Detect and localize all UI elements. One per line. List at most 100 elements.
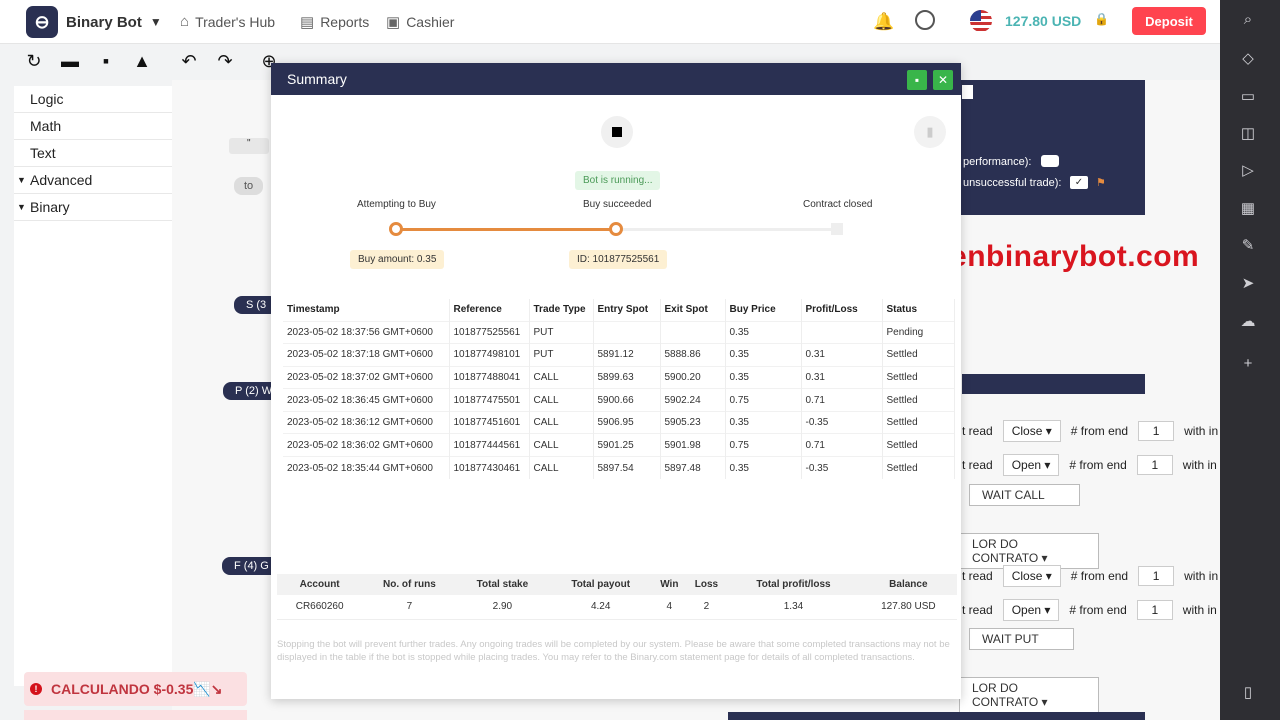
account-balance[interactable]: 127.80 USD (1005, 13, 1081, 29)
save-icon[interactable]: ▪ (95, 51, 117, 72)
read-label: t read (962, 424, 993, 438)
cell-buy-price: 0.35 (725, 410, 802, 434)
with-label: with in (1182, 458, 1217, 472)
candle-read-row: t read Close ▾ # from end 1 with in (962, 565, 1218, 587)
from-end-label: # from end (1069, 603, 1127, 617)
cell-status: Pending (882, 320, 955, 344)
nav-cashier[interactable]: ▣ Cashier (386, 13, 454, 31)
undo-icon[interactable]: ↶ (178, 51, 200, 72)
nav-reports[interactable]: ▤ Reports (300, 13, 369, 31)
block-header-bar (962, 374, 1145, 394)
cell-buy-price: 0.75 (725, 433, 802, 457)
text-block[interactable]: " (229, 138, 269, 154)
candle-field-dropdown[interactable]: Close ▾ (1002, 420, 1061, 442)
cell-timestamp: 2023-05-02 18:36:45 GMT+0600 (283, 388, 450, 412)
download-icon[interactable]: ▪ (907, 70, 927, 90)
contract-id-badge: ID: 101877525561 (569, 250, 668, 269)
index-input[interactable]: 1 (1138, 566, 1175, 586)
clear-stats-icon[interactable]: ▮ (914, 116, 946, 148)
search-icon[interactable]: ⌕ (1238, 10, 1258, 30)
wait-call-block[interactable]: WAIT CALL (969, 484, 1080, 506)
table-row: 2023-05-02 18:37:56 GMT+0600 101877525561… (283, 320, 955, 344)
wait-put-block[interactable]: WAIT PUT (969, 628, 1074, 650)
summary-header: Summary ▪ ✕ (271, 63, 961, 95)
send-icon[interactable]: ➤ (1238, 274, 1258, 294)
cell-reference: 101877430461 (449, 456, 530, 480)
contract-value-dropdown[interactable]: LOR DO CONTRATO ▾ (959, 533, 1099, 569)
to-block[interactable]: to (234, 177, 264, 195)
col-reference: Reference (449, 299, 530, 321)
cell-reference: 101877475501 (449, 388, 530, 412)
summary-values-row: CR660260 7 2.90 4.24 4 2 1.34 127.80 USD (277, 595, 957, 620)
reset-icon[interactable]: ↻ (23, 51, 45, 72)
index-input[interactable]: 1 (1136, 600, 1173, 620)
plus-icon[interactable]: + (1238, 354, 1258, 374)
folder-open-icon[interactable]: ▬ (59, 51, 81, 72)
index-input[interactable]: 1 (1138, 421, 1175, 441)
summary-col-total-profit-loss: Total profit/loss (727, 574, 860, 595)
stop-bot-button[interactable] (601, 116, 633, 148)
redo-icon[interactable]: ↷ (214, 51, 236, 72)
cell-trade-type: CALL (529, 365, 594, 389)
statement-icon[interactable]: ▦ (1238, 199, 1258, 219)
app-name: Binary Bot (66, 13, 142, 31)
candle-field-dropdown[interactable]: Open ▾ (1002, 599, 1060, 621)
close-icon[interactable]: ✕ (933, 70, 953, 90)
bot-status-badge: Bot is running... (575, 171, 661, 190)
play-icon[interactable]: ▷ (1238, 161, 1258, 181)
tag-icon[interactable]: ◇ (1238, 49, 1258, 69)
quote-label: " (247, 138, 251, 149)
us-flag-icon[interactable] (970, 10, 992, 32)
category-math[interactable]: Math (14, 113, 172, 140)
cell-exit-spot (660, 320, 726, 344)
category-binary[interactable]: ▼ Binary (14, 194, 172, 221)
candle-field-dropdown[interactable]: Close ▾ (1002, 565, 1061, 587)
cell-entry-spot (593, 320, 661, 344)
summary-total-profit-loss: 1.34 (727, 595, 860, 620)
toast-message: CALCULANDO $-0.35📉↘ (51, 680, 223, 697)
from-end-label: # from end (1070, 569, 1129, 583)
google-drive-icon[interactable]: ▲ (131, 51, 153, 72)
cell-exit-spot: 5901.98 (660, 433, 726, 457)
summary-col-balance: Balance (859, 574, 957, 595)
category-text[interactable]: Text (14, 140, 172, 167)
block-categories: Logic Math Text ▼ Advanced ▼ Binary (14, 86, 172, 686)
notification-toast-secondary[interactable] (24, 710, 247, 720)
unsuccessful-trade-checkbox[interactable]: ✓ (1070, 176, 1088, 189)
col-exit-spot: Exit Spot (660, 299, 726, 321)
contract-value-dropdown[interactable]: LOR DO CONTRATO ▾ (959, 677, 1099, 713)
summary-total-stake: 2.90 (456, 595, 549, 620)
briefcase-icon[interactable]: ▭ (1238, 87, 1258, 107)
edit-icon[interactable]: ✎ (1238, 236, 1258, 256)
with-label: with in (1184, 424, 1219, 438)
table-header-row: Timestamp Reference Trade Type Entry Spo… (283, 299, 955, 321)
cell-status: Settled (882, 433, 955, 457)
cell-profit-loss (801, 320, 883, 344)
table-row: 2023-05-02 18:37:02 GMT+0600 101877488041… (283, 365, 955, 389)
nav-traders-hub[interactable]: ⌂ Trader's Hub (180, 13, 275, 30)
progress-track-done (396, 228, 616, 231)
window-icon[interactable]: ▯ (1238, 683, 1258, 703)
performance-toggle[interactable] (1041, 155, 1059, 167)
cloud-icon[interactable]: ☁ (1238, 312, 1258, 332)
cell-buy-price: 0.35 (725, 456, 802, 480)
summary-account: CR660260 (277, 595, 363, 620)
deposit-button[interactable]: Deposit (1132, 7, 1206, 35)
block-input[interactable] (962, 85, 973, 99)
summary-col-account: Account (277, 574, 363, 595)
contract-value-label: LOR DO CONTRATO ▾ (972, 681, 1048, 709)
notification-toast[interactable]: ! CALCULANDO $-0.35📉↘ (24, 672, 247, 706)
notification-bell-icon[interactable]: 🔔 (873, 12, 894, 32)
category-logic[interactable]: Logic (14, 86, 172, 113)
account-profile-icon[interactable] (915, 10, 935, 30)
chart-icon[interactable]: ◫ (1238, 124, 1258, 144)
table-row: 2023-05-02 18:36:45 GMT+0600 101877475501… (283, 388, 955, 412)
cashier-icon: ▣ (386, 14, 401, 31)
candle-field-dropdown[interactable]: Open ▾ (1002, 454, 1060, 476)
category-binary-label: Binary (30, 199, 70, 215)
table-row: 2023-05-02 18:37:18 GMT+0600 101877498101… (283, 343, 955, 367)
index-input[interactable]: 1 (1136, 455, 1173, 475)
app-switcher[interactable]: ⊖ Binary Bot ▼ (26, 6, 162, 38)
category-advanced[interactable]: ▼ Advanced (14, 167, 172, 194)
summary-balance: 127.80 USD (859, 595, 957, 620)
